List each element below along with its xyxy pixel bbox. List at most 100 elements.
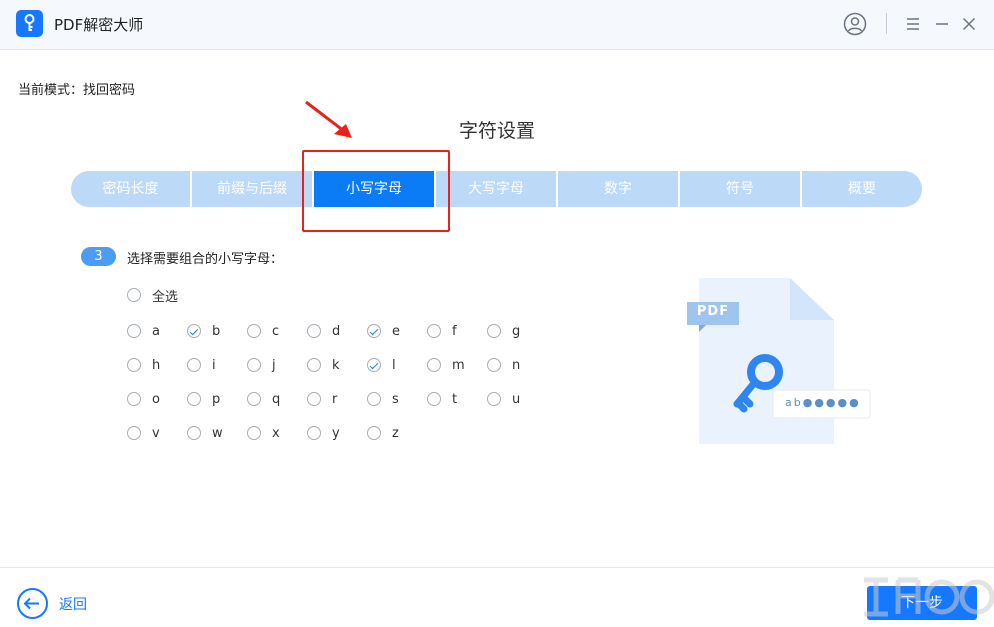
letter-checkbox[interactable] bbox=[307, 324, 321, 338]
letter-option-m[interactable]: m bbox=[427, 355, 465, 375]
step-number-badge: 3 bbox=[81, 247, 116, 266]
letter-option-n[interactable]: n bbox=[487, 355, 520, 375]
letter-checkbox[interactable] bbox=[247, 392, 261, 406]
letter-option-d[interactable]: d bbox=[307, 321, 340, 341]
letter-option-l[interactable]: l bbox=[367, 355, 396, 375]
letter-option-r[interactable]: r bbox=[307, 389, 337, 409]
letter-label: r bbox=[332, 391, 338, 407]
letter-checkbox[interactable] bbox=[187, 392, 201, 406]
select-all-label: 全选 bbox=[152, 289, 179, 305]
letter-label: z bbox=[392, 425, 399, 441]
letter-checkbox[interactable] bbox=[247, 426, 261, 440]
section-title: 字符设置 bbox=[458, 120, 535, 142]
letter-checkbox[interactable] bbox=[487, 324, 501, 338]
letter-checkbox[interactable] bbox=[367, 426, 381, 440]
letter-option-i[interactable]: i bbox=[187, 355, 216, 375]
select-all-radio[interactable] bbox=[127, 288, 141, 302]
tab-prefix-suffix[interactable]: 前缀与后缀 bbox=[192, 171, 314, 207]
letter-checkbox[interactable] bbox=[487, 392, 501, 406]
letter-checkbox[interactable] bbox=[127, 426, 141, 440]
letter-checkbox[interactable] bbox=[187, 426, 201, 440]
letter-label: a bbox=[152, 323, 160, 339]
annotation-highlight-box bbox=[302, 150, 450, 232]
letter-label: m bbox=[452, 357, 465, 373]
menu-icon[interactable] bbox=[906, 16, 920, 30]
letter-label: j bbox=[272, 357, 276, 373]
current-mode-label: 当前模式：找回密码 bbox=[18, 83, 136, 98]
letter-option-a[interactable]: a bbox=[127, 321, 160, 341]
letter-checkbox[interactable] bbox=[307, 392, 321, 406]
letter-label: f bbox=[452, 323, 457, 339]
letter-label: l bbox=[392, 357, 396, 373]
letter-label: c bbox=[272, 323, 280, 339]
letter-checkbox[interactable] bbox=[187, 324, 201, 338]
letter-checkbox[interactable] bbox=[427, 358, 441, 372]
back-button-label[interactable]: 返回 bbox=[59, 594, 87, 614]
letter-option-g[interactable]: g bbox=[487, 321, 520, 341]
tab-summary[interactable]: 概要 bbox=[802, 171, 922, 207]
title-bar: PDF解密大师 bbox=[0, 0, 994, 50]
step-tabs: 密码长度 前缀与后缀 小写字母 大写字母 数字 符号 概要 bbox=[71, 171, 922, 207]
letter-option-f[interactable]: f bbox=[427, 321, 457, 341]
letter-option-j[interactable]: j bbox=[247, 355, 276, 375]
pdf-badge-text: PDF bbox=[696, 304, 730, 319]
letter-checkbox[interactable] bbox=[367, 392, 381, 406]
letter-label: v bbox=[152, 425, 160, 441]
letter-label: p bbox=[212, 391, 221, 407]
letter-option-q[interactable]: q bbox=[247, 389, 280, 409]
letter-option-x[interactable]: x bbox=[247, 423, 280, 443]
letter-option-s[interactable]: s bbox=[367, 389, 399, 409]
watermark-logo bbox=[864, 577, 994, 617]
letter-option-o[interactable]: o bbox=[127, 389, 160, 409]
letter-checkbox[interactable] bbox=[427, 324, 441, 338]
letter-checkbox[interactable] bbox=[367, 358, 381, 372]
tab-digits[interactable]: 数字 bbox=[558, 171, 680, 207]
minimize-icon[interactable] bbox=[935, 16, 949, 30]
letter-option-z[interactable]: z bbox=[367, 423, 399, 443]
letter-option-k[interactable]: k bbox=[307, 355, 340, 375]
letter-checkbox[interactable] bbox=[427, 392, 441, 406]
letter-checkbox[interactable] bbox=[127, 358, 141, 372]
letter-checkbox[interactable] bbox=[367, 324, 381, 338]
letter-checkbox[interactable] bbox=[127, 324, 141, 338]
letter-checkbox[interactable] bbox=[487, 358, 501, 372]
letter-label: d bbox=[332, 323, 341, 339]
letter-label: o bbox=[152, 391, 160, 407]
letter-option-t[interactable]: t bbox=[427, 389, 457, 409]
app-title: PDF解密大师 bbox=[54, 16, 144, 34]
letter-checkbox[interactable] bbox=[127, 392, 141, 406]
back-arrow-icon[interactable] bbox=[17, 588, 48, 619]
letter-label: s bbox=[392, 391, 399, 407]
letter-option-v[interactable]: v bbox=[127, 423, 160, 443]
select-all-option[interactable]: 全选 bbox=[127, 285, 178, 305]
tab-symbols[interactable]: 符号 bbox=[680, 171, 802, 207]
letter-option-w[interactable]: w bbox=[187, 423, 223, 443]
tab-password-length[interactable]: 密码长度 bbox=[71, 171, 192, 207]
footer-divider bbox=[0, 567, 994, 568]
close-icon[interactable] bbox=[962, 16, 976, 31]
letter-checkbox[interactable] bbox=[187, 358, 201, 372]
letter-option-y[interactable]: y bbox=[307, 423, 340, 443]
letter-label: g bbox=[512, 323, 521, 339]
letter-label: y bbox=[332, 425, 340, 441]
letter-checkbox[interactable] bbox=[307, 358, 321, 372]
letter-label: t bbox=[452, 391, 458, 407]
pdf-key-illustration bbox=[687, 278, 871, 444]
tab-uppercase[interactable]: 大写字母 bbox=[436, 171, 558, 207]
letter-checkbox[interactable] bbox=[247, 324, 261, 338]
letter-checkbox[interactable] bbox=[247, 358, 261, 372]
letter-option-h[interactable]: h bbox=[127, 355, 160, 375]
letter-checkbox[interactable] bbox=[307, 426, 321, 440]
letter-option-b[interactable]: b bbox=[187, 321, 220, 341]
letter-option-e[interactable]: e bbox=[367, 321, 400, 341]
user-account-icon[interactable] bbox=[843, 12, 867, 36]
letter-label: q bbox=[272, 391, 281, 407]
letter-label: w bbox=[212, 425, 223, 441]
letter-option-c[interactable]: c bbox=[247, 321, 279, 341]
letter-label: u bbox=[512, 391, 521, 407]
titlebar-divider bbox=[886, 13, 887, 34]
letter-option-p[interactable]: p bbox=[187, 389, 220, 409]
letter-option-u[interactable]: u bbox=[487, 389, 520, 409]
letter-label: n bbox=[512, 357, 521, 373]
password-preview-text: ab●●●●● bbox=[785, 396, 861, 409]
